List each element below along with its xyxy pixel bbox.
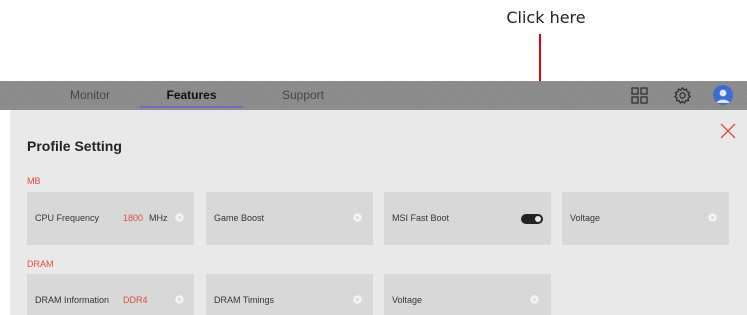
card-dram-information[interactable]: DRAM Information DDR4 [27, 274, 194, 315]
avatar[interactable] [713, 85, 733, 105]
cpu-frequency-unit: MHz [149, 213, 168, 223]
gear-icon[interactable] [352, 294, 363, 305]
gear-icon[interactable] [174, 212, 185, 223]
gear-icon[interactable] [529, 294, 540, 305]
callout-label: Click here [506, 8, 586, 27]
toggle-knob [535, 216, 541, 222]
card-dram-timings[interactable]: DRAM Timings [206, 274, 373, 315]
active-tab-underline [140, 106, 243, 108]
cpu-frequency-value: 1800 [123, 213, 144, 223]
close-icon[interactable] [720, 123, 736, 139]
card-label: DRAM Information [35, 295, 110, 305]
dram-type-value: DDR4 [123, 295, 148, 305]
grid-icon[interactable] [630, 86, 649, 105]
card-label: DRAM Timings [214, 295, 275, 305]
card-label: MSI Fast Boot [392, 213, 450, 223]
card-game-boost[interactable]: Game Boost [206, 192, 373, 245]
gear-icon[interactable] [174, 294, 185, 305]
card-voltage-dram[interactable]: Voltage [384, 274, 551, 315]
tab-monitor[interactable]: Monitor [40, 81, 140, 110]
gear-icon[interactable] [707, 212, 718, 223]
card-label: Voltage [570, 213, 601, 223]
card-label: Voltage [392, 295, 423, 305]
card-label: CPU Frequency [35, 213, 100, 223]
card-msi-fast-boot[interactable]: MSI Fast Boot [384, 192, 551, 245]
msi-fast-boot-toggle[interactable] [521, 214, 543, 224]
section-label-mb: MB [27, 176, 41, 186]
panel-title: Profile Setting [27, 138, 122, 154]
gear-icon[interactable] [673, 86, 692, 105]
card-voltage-mb[interactable]: Voltage [562, 192, 729, 245]
tab-support[interactable]: Support [243, 81, 363, 110]
section-label-dram: DRAM [27, 259, 54, 269]
card-label: Game Boost [214, 213, 265, 223]
gear-icon[interactable] [352, 212, 363, 223]
user-icon [716, 89, 730, 103]
top-nav: Monitor Features Support [0, 81, 747, 110]
card-cpu-frequency[interactable]: CPU Frequency 1800 MHz [27, 192, 194, 245]
